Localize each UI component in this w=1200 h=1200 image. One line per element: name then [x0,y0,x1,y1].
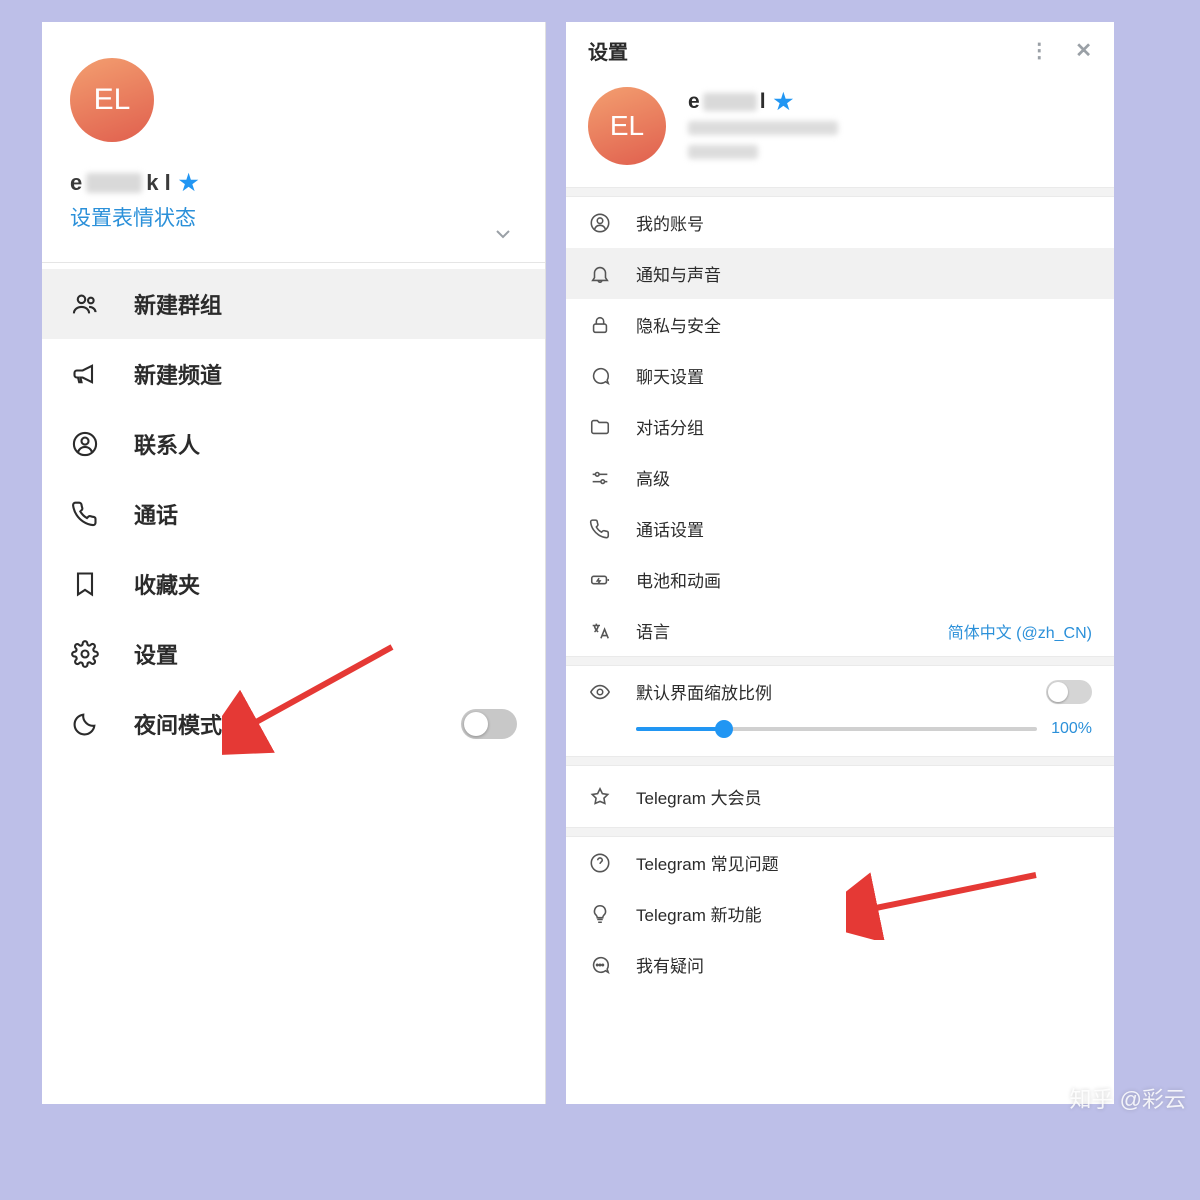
menu-label: 联系人 [134,428,200,460]
chevron-down-icon[interactable] [491,222,515,253]
username[interactable]: e k l ★ [70,170,517,196]
menu-settings[interactable]: 设置 [42,619,545,689]
premium-star-icon: ★ [179,170,199,196]
menu-label: 通话 [134,498,178,530]
drawer-menu: 新建群组 新建频道 联系人 通话 [42,269,545,759]
settings-header: 设置 ⋮ ✕ [566,22,1114,75]
eye-icon [588,680,612,704]
profile-block[interactable]: EL e l ★ [566,75,1114,187]
settings-item-account[interactable]: 我的账号 [566,197,1114,248]
menu-calls[interactable]: 通话 [42,479,545,549]
menu-label: 新建群组 [134,288,222,320]
phone-icon [588,517,612,541]
handle-blurred [688,145,838,163]
settings-item-chat[interactable]: 聊天设置 [566,350,1114,401]
scale-label: 默认界面缩放比例 [636,679,772,704]
megaphone-icon [70,359,100,389]
more-icon[interactable]: ⋮ [1029,38,1049,63]
language-value: 简体中文 (@zh_CN) [948,619,1092,643]
lock-icon [588,313,612,337]
settings-item-call-settings[interactable]: 通话设置 [566,503,1114,554]
settings-scale-section: 默认界面缩放比例 100% [566,666,1114,756]
bell-icon [588,262,612,286]
night-mode-toggle[interactable] [461,709,517,739]
gear-icon [70,639,100,669]
chat-dots-icon [588,953,612,977]
settings-item-folders[interactable]: 对话分组 [566,401,1114,452]
settings-item-faq[interactable]: Telegram 常见问题 [566,837,1114,888]
settings-item-premium[interactable]: Telegram 大会员 [566,766,1114,827]
settings-panel: 设置 ⋮ ✕ EL e l ★ 我的账号 [566,22,1114,1104]
settings-item-privacy[interactable]: 隐私与安全 [566,299,1114,350]
chat-icon [588,364,612,388]
premium-star-icon: ★ [774,89,794,115]
settings-item-notifications[interactable]: 通知与声音 [566,248,1114,299]
settings-item-ask[interactable]: 我有疑问 [566,939,1114,990]
star-icon [588,785,612,809]
menu-label: 收藏夹 [134,568,200,600]
avatar[interactable]: EL [588,87,666,165]
menu-saved[interactable]: 收藏夹 [42,549,545,619]
sliders-icon [588,466,612,490]
menu-contacts[interactable]: 联系人 [42,409,545,479]
language-icon [588,619,612,643]
phone-number-blurred [688,121,838,139]
menu-label: 设置 [134,638,178,670]
bookmark-icon [70,569,100,599]
watermark: 知乎 @彩云 [1070,1082,1186,1114]
avatar[interactable]: EL [70,58,154,142]
menu-night-mode[interactable]: 夜间模式 [42,689,545,759]
settings-item-advanced[interactable]: 高级 [566,452,1114,503]
bulb-icon [588,902,612,926]
menu-label: 新建频道 [134,358,222,390]
menu-new-channel[interactable]: 新建频道 [42,339,545,409]
scale-value: 100% [1051,720,1092,738]
help-icon [588,851,612,875]
username-blurred [86,173,142,193]
menu-label: 夜间模式 [134,708,222,740]
settings-item-language[interactable]: 语言 简体中文 (@zh_CN) [566,605,1114,656]
scale-slider[interactable] [636,727,1037,731]
settings-item-battery[interactable]: 电池和动画 [566,554,1114,605]
menu-new-group[interactable]: 新建群组 [42,269,545,339]
settings-title: 设置 [588,36,628,65]
person-icon [70,429,100,459]
person-icon [588,211,612,235]
battery-icon [588,568,612,592]
settings-section-help: Telegram 常见问题 Telegram 新功能 我有疑问 [566,837,1114,990]
settings-section-general: 我的账号 通知与声音 隐私与安全 聊天设置 对话分组 高级 [566,197,1114,656]
scale-toggle[interactable] [1046,680,1092,704]
settings-item-features[interactable]: Telegram 新功能 [566,888,1114,939]
username: e l ★ [688,89,838,115]
moon-icon [70,709,100,739]
group-icon [70,289,100,319]
folder-icon [588,415,612,439]
phone-icon [70,499,100,529]
set-emoji-status-link[interactable]: 设置表情状态 [70,202,517,232]
close-icon[interactable]: ✕ [1075,38,1092,63]
menu-drawer: EL e k l ★ 设置表情状态 新建群组 [42,22,546,1104]
